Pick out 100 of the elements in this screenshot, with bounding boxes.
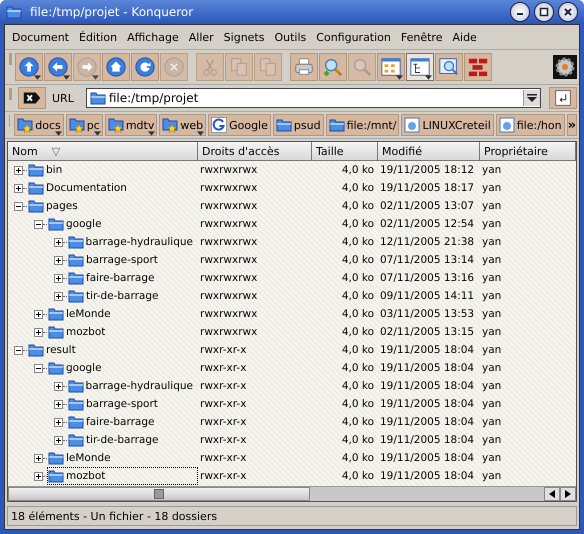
scroll-left-button[interactable] <box>544 487 560 501</box>
bookmark-button[interactable]: web <box>159 114 206 136</box>
menu-item[interactable]: Configuration <box>311 30 396 44</box>
horizontal-scrollbar[interactable] <box>8 486 576 501</box>
size-cell: 4,0 ko <box>342 344 374 356</box>
folder-icon <box>48 325 64 339</box>
size-cell: 4,0 ko <box>342 272 374 284</box>
dropdown-arrow-icon <box>63 75 70 80</box>
expander[interactable] <box>34 454 43 462</box>
expander[interactable] <box>54 256 63 264</box>
expander[interactable] <box>14 202 23 210</box>
maximize-button[interactable] <box>534 2 554 22</box>
folder-name[interactable]: barrage-hydraulique <box>86 236 193 248</box>
scroll-right-button[interactable] <box>560 487 576 501</box>
folder-name[interactable]: faire-barrage <box>86 416 154 428</box>
bricks-button[interactable] <box>464 53 492 81</box>
scrollbar-handle[interactable] <box>8 487 310 501</box>
menu-item[interactable]: Document <box>7 30 74 44</box>
dropdown-arrow-icon <box>92 75 99 80</box>
expander[interactable] <box>34 328 43 336</box>
bookmark-button[interactable]: pc <box>66 114 103 136</box>
expander[interactable] <box>34 310 43 318</box>
expander[interactable] <box>54 382 63 390</box>
dropdown-button[interactable] <box>523 90 540 106</box>
tree-view-button[interactable] <box>406 53 434 81</box>
zoom-in-button[interactable] <box>319 53 347 81</box>
url-input[interactable]: file:/tmp/projet <box>108 91 520 105</box>
folder-name[interactable]: barrage-sport <box>86 254 158 266</box>
bookmark-button[interactable]: file:/hon <box>496 114 565 136</box>
folder-name[interactable]: barrage-hydraulique <box>86 380 193 392</box>
printer-icon <box>293 56 315 78</box>
icon-view-button[interactable] <box>377 53 405 81</box>
menu-item[interactable]: Aide <box>447 30 482 44</box>
tree-view-icon <box>409 56 431 78</box>
expander[interactable] <box>54 238 63 246</box>
expander[interactable] <box>14 346 23 354</box>
expander[interactable] <box>54 292 63 300</box>
folder-name[interactable]: google <box>66 218 102 230</box>
preview-button[interactable] <box>435 53 463 81</box>
expander[interactable] <box>54 436 63 444</box>
expander[interactable] <box>54 274 63 282</box>
clear-location-button[interactable] <box>18 87 46 109</box>
sort-indicator: ▽ <box>52 144 60 158</box>
owner-cell: yan <box>482 308 502 320</box>
menu-item[interactable]: Signets <box>218 30 270 44</box>
column-header[interactable]: Droits d'accès <box>198 142 312 160</box>
bookmark-button[interactable]: file:/mnt/ <box>326 114 400 136</box>
menu-item[interactable]: Édition <box>74 30 122 44</box>
column-header[interactable]: Propriétaire <box>480 142 576 160</box>
folder-name[interactable]: mozbot <box>66 326 106 338</box>
permissions-cell: rwxrwxrwx <box>200 308 258 320</box>
bookmark-button[interactable]: mdtv <box>104 114 158 136</box>
modified-cell: 19/11/2005 18:04 <box>380 362 474 374</box>
print-button[interactable] <box>290 53 318 81</box>
dropdown-arrow-icon <box>396 75 403 80</box>
menu-item[interactable]: Affichage <box>122 30 184 44</box>
folder-name[interactable]: tir-de-barrage <box>86 434 158 446</box>
home-button[interactable] <box>102 53 130 81</box>
folder-icon <box>48 307 64 321</box>
column-header[interactable]: Nom ▽ <box>8 142 198 160</box>
expander[interactable] <box>34 364 43 372</box>
minimize-button[interactable] <box>510 2 530 22</box>
bookmark-button[interactable]: Google <box>208 114 271 136</box>
location-field[interactable]: file:/tmp/projet <box>86 88 541 108</box>
permissions-cell: rwxr-xr-x <box>200 344 246 356</box>
expander[interactable] <box>14 166 23 174</box>
column-header[interactable]: Modifié <box>378 142 480 160</box>
expander[interactable] <box>34 220 43 228</box>
expander[interactable] <box>14 184 23 192</box>
menu-item[interactable]: Outils <box>269 30 312 44</box>
size-cell: 4,0 ko <box>342 308 374 320</box>
reload-button[interactable] <box>131 53 159 81</box>
bookmark-button[interactable]: psud <box>272 114 324 136</box>
bookmark-button[interactable]: docs <box>14 114 64 136</box>
column-header[interactable]: Taille <box>312 142 378 160</box>
folder-name[interactable]: mozbot <box>66 470 106 482</box>
menu-item[interactable]: Fenêtre <box>396 30 448 44</box>
folder-name[interactable]: faire-barrage <box>86 272 154 284</box>
folder-name[interactable]: result <box>46 344 76 356</box>
folder-name[interactable]: leMonde <box>66 452 111 464</box>
stop-icon <box>163 56 185 78</box>
up-button[interactable] <box>15 53 43 81</box>
bookmark-button[interactable]: LINUXCreteil <box>401 114 494 136</box>
expander[interactable] <box>54 400 63 408</box>
close-button[interactable] <box>558 2 578 22</box>
more-bookmarks-button[interactable]: » <box>566 114 577 136</box>
folder-name[interactable]: pages <box>46 200 78 212</box>
modified-cell: 07/11/2005 13:16 <box>380 272 474 284</box>
back-button[interactable] <box>44 53 72 81</box>
folder-name[interactable]: tir-de-barrage <box>86 290 158 302</box>
folder-name[interactable]: leMonde <box>66 308 111 320</box>
folder-name[interactable]: bin <box>46 164 62 176</box>
expander[interactable] <box>34 472 43 480</box>
go-button[interactable] <box>549 87 577 109</box>
folder-name[interactable]: google <box>66 362 102 374</box>
starred-folder-icon <box>17 117 34 133</box>
menu-item[interactable]: Aller <box>184 30 219 44</box>
folder-name[interactable]: barrage-sport <box>86 398 158 410</box>
folder-name[interactable]: Documentation <box>46 182 127 194</box>
expander[interactable] <box>54 418 63 426</box>
